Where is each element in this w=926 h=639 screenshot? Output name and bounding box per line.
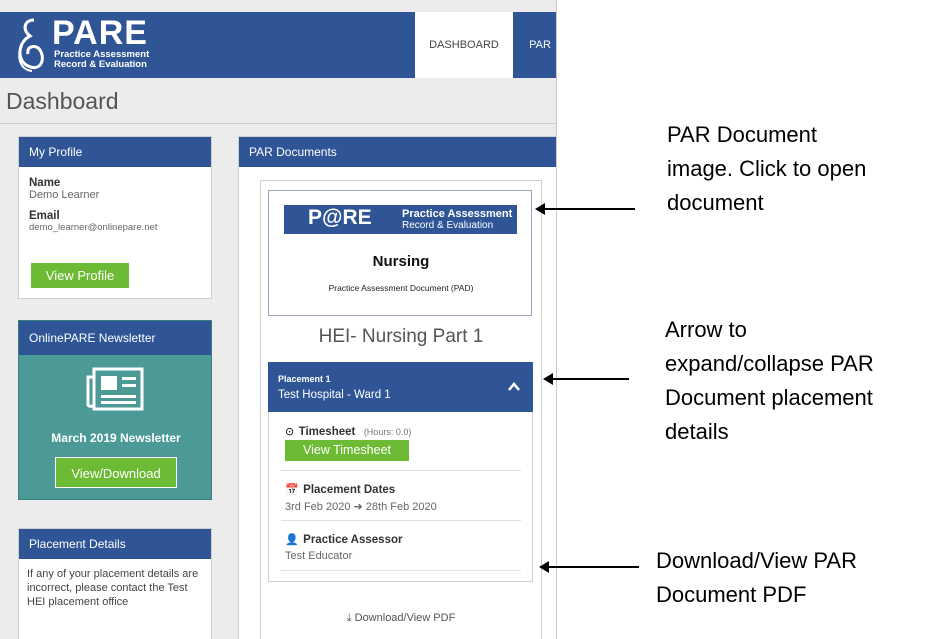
par-document-image[interactable]: P@RE Practice Assessment Record & Evalua… <box>268 190 532 316</box>
view-download-newsletter-button[interactable]: View/Download <box>55 457 177 488</box>
arrow-head-icon <box>543 373 553 385</box>
practice-assessor-row: 👤 Practice Assessor Test Educator <box>285 530 520 562</box>
annotation-arrow-expand <box>543 373 629 385</box>
annotation-arrow-download <box>539 561 639 573</box>
placement-end-date: 28th Feb 2020 <box>365 501 437 513</box>
annotation-line: PAR Document <box>667 122 817 147</box>
annotation-document-image: PAR Document image. Click to open docume… <box>667 118 866 220</box>
pare-logo[interactable]: PARE Practice Assessment Record & Evalua… <box>14 14 204 74</box>
my-profile-panel: My Profile Name Demo Learner Email demo_… <box>18 136 212 299</box>
annotation-arrow-document <box>535 203 635 215</box>
placement-details-text: If any of your placement details are inc… <box>27 568 199 608</box>
document-heading: Nursing <box>372 253 430 270</box>
calendar-icon: 📅 <box>285 484 299 496</box>
top-navbar: PARE Practice Assessment Record & Evalua… <box>0 12 556 78</box>
placement-details-panel: Placement Details If any of your placeme… <box>18 528 212 639</box>
download-view-pdf-link[interactable]: ⤓ Download/View PDF <box>262 612 540 625</box>
newsletter-headline: March 2019 Newsletter <box>51 431 181 445</box>
clock-icon: ⊙ <box>285 426 295 438</box>
profile-email-value: demo_learner@onlinepare.net <box>29 222 158 233</box>
annotation-download-pdf: Download/View PAR Document PDF <box>656 544 857 612</box>
placement-location: Test Hospital - Ward 1 <box>278 389 391 401</box>
title-divider <box>0 123 556 124</box>
separator <box>281 570 521 571</box>
par-documents-header: PAR Documents <box>239 137 556 167</box>
document-subheading: Practice Assessment Document (PAD) <box>328 283 474 293</box>
profile-name-value: Demo Learner <box>29 189 100 201</box>
timesheet-label: Timesheet <box>298 426 356 438</box>
annotation-line: Document PDF <box>656 582 807 607</box>
profile-name-label: Name <box>29 177 61 189</box>
placement-dates-label: Placement Dates <box>303 484 396 496</box>
timesheet-hours: (Hours: 0.0) <box>363 427 412 437</box>
annotation-expand-collapse: Arrow to expand/collapse PAR Document pl… <box>665 313 874 449</box>
annotation-line: Document placement <box>665 385 873 410</box>
placement-accordion-header[interactable]: Placement 1 Test Hospital - Ward 1 <box>268 362 533 412</box>
my-profile-header: My Profile <box>19 137 211 167</box>
placement-label: Placement 1 <box>278 374 331 384</box>
logo-subtitle-line2: Record & Evaluation <box>54 59 147 70</box>
practice-assessor-value: Test Educator <box>285 550 353 562</box>
download-link-label: Download/View PDF <box>354 612 456 624</box>
nav-tab-par[interactable]: PAR <box>523 12 556 78</box>
page-title: Dashboard <box>6 88 119 114</box>
pad-logo-line1: Practice Assessment <box>402 208 513 220</box>
profile-email-label: Email <box>29 210 60 222</box>
annotation-line: Download/View PAR <box>656 548 857 573</box>
practice-assessor-label: Practice Assessor <box>303 534 403 546</box>
arrow-head-icon <box>539 561 549 573</box>
separator <box>281 470 521 471</box>
annotation-line: expand/collapse PAR <box>665 351 874 376</box>
app-screenshot: PARE Practice Assessment Record & Evalua… <box>0 0 557 639</box>
pare-logo-mark-icon <box>18 18 44 72</box>
view-timesheet-button[interactable]: View Timesheet <box>285 440 409 461</box>
placement-dates-value: 3rd Feb 2020 ➜ 28th Feb 2020 <box>285 500 520 513</box>
annotation-line: details <box>665 419 729 444</box>
annotation-line: image. Click to open <box>667 156 867 181</box>
arrow-right-icon: ➜ <box>353 501 363 513</box>
newspaper-icon <box>86 367 144 411</box>
user-icon: 👤 <box>285 534 299 546</box>
view-profile-button[interactable]: View Profile <box>31 263 129 288</box>
separator <box>281 520 521 521</box>
nav-tab-dashboard[interactable]: DASHBOARD <box>415 12 513 78</box>
arrow-head-icon <box>535 203 545 215</box>
placement-dates-row: 📅 Placement Dates 3rd Feb 2020 ➜ 28th Fe… <box>285 480 520 513</box>
placement-accordion-body: ⊙ Timesheet (Hours: 0.0) View Timesheet … <box>268 412 533 582</box>
timesheet-row: ⊙ Timesheet (Hours: 0.0) <box>285 422 520 440</box>
pad-logo-line2: Record & Evaluation <box>402 220 494 231</box>
chevron-up-icon[interactable] <box>508 382 520 392</box>
placement-start-date: 3rd Feb 2020 <box>285 501 351 513</box>
annotation-line: Arrow to <box>665 317 747 342</box>
placement-details-header: Placement Details <box>19 529 211 559</box>
logo-wordmark: PARE <box>52 14 148 52</box>
newsletter-panel: OnlinePARE Newsletter March 2019 Newslet… <box>18 320 212 500</box>
download-icon: ⤓ <box>346 612 352 624</box>
pad-logo-word: P@RE <box>308 206 372 229</box>
pad-logo-banner: P@RE Practice Assessment Record & Evalua… <box>284 205 517 234</box>
logo-subtitle: Practice Assessment Record & Evaluation <box>54 50 214 70</box>
annotation-line: document <box>667 190 764 215</box>
newsletter-header: OnlinePARE Newsletter <box>19 321 211 355</box>
course-title: HEI- Nursing Part 1 <box>318 326 484 347</box>
